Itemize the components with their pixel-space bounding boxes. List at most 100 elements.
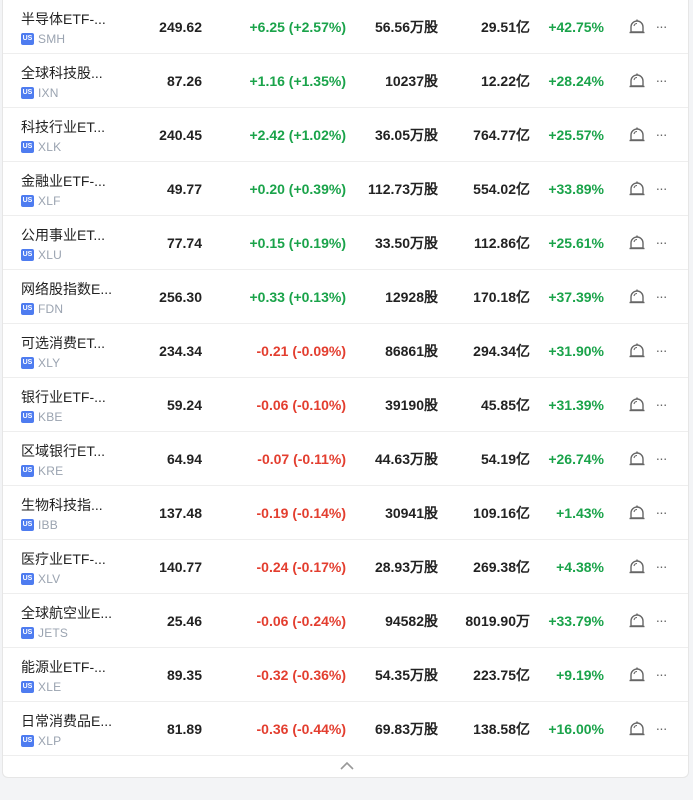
etf-name[interactable]: 全球科技股... <box>21 63 126 83</box>
more-options-button[interactable]: ··· <box>653 124 669 144</box>
price-change: -0.24 (-0.17%) <box>256 559 346 575</box>
more-options-button[interactable]: ··· <box>653 70 669 90</box>
bell-icon[interactable] <box>627 503 647 523</box>
etf-name[interactable]: 公用事业ET... <box>21 225 126 245</box>
market-badge: US <box>21 465 34 477</box>
volume: 112.73万股 <box>367 181 438 197</box>
etf-ticker: XLV <box>38 572 61 586</box>
etf-row[interactable]: 全球科技股... US IXN 87.26 +1.16 (+1.35%) 102… <box>3 54 688 108</box>
market-badge: US <box>21 87 34 99</box>
volume: 10237股 <box>385 73 438 89</box>
last-price: 64.94 <box>166 451 202 467</box>
bell-icon[interactable] <box>627 17 647 37</box>
ytd-change: +25.57% <box>548 127 604 143</box>
etf-row[interactable]: 网络股指数E... US FDN 256.30 +0.33 (+0.13%) 1… <box>3 270 688 324</box>
etf-ticker-line: US SMH <box>21 32 65 46</box>
price-change: -0.19 (-0.14%) <box>256 505 346 521</box>
more-options-button[interactable]: ··· <box>653 718 669 738</box>
collapse-button[interactable] <box>336 757 358 773</box>
bell-icon[interactable] <box>627 71 647 91</box>
price-change: +2.42 (+1.02%) <box>249 127 346 143</box>
etf-row[interactable]: 公用事业ET... US XLU 77.74 +0.15 (+0.19%) 33… <box>3 216 688 270</box>
etf-name[interactable]: 金融业ETF-... <box>21 171 126 191</box>
bell-icon[interactable] <box>627 719 647 739</box>
etf-row[interactable]: 科技行业ET... US XLK 240.45 +2.42 (+1.02%) 3… <box>3 108 688 162</box>
etf-name[interactable]: 日常消费品E... <box>21 711 126 731</box>
bell-icon[interactable] <box>627 665 647 685</box>
market-badge: US <box>21 519 34 531</box>
volume: 86861股 <box>385 343 438 359</box>
bell-icon[interactable] <box>627 287 647 307</box>
last-price: 240.45 <box>159 127 202 143</box>
more-options-button[interactable]: ··· <box>653 286 669 306</box>
market-cap: 269.38亿 <box>473 559 530 575</box>
volume: 69.83万股 <box>374 721 438 737</box>
bell-icon[interactable] <box>627 341 647 361</box>
last-price: 87.26 <box>166 73 202 89</box>
last-price: 81.89 <box>166 721 202 737</box>
etf-name[interactable]: 生物科技指... <box>21 495 126 515</box>
ytd-change: +16.00% <box>548 721 604 737</box>
price-change: +0.15 (+0.19%) <box>249 235 346 251</box>
etf-row[interactable]: 可选消费ET... US XLY 234.34 -0.21 (-0.09%) 8… <box>3 324 688 378</box>
etf-ticker: KRE <box>38 464 64 478</box>
more-options-button[interactable]: ··· <box>653 340 669 360</box>
last-price: 59.24 <box>166 397 202 413</box>
volume: 28.93万股 <box>374 559 438 575</box>
more-options-button[interactable]: ··· <box>653 394 669 414</box>
etf-name[interactable]: 网络股指数E... <box>21 279 126 299</box>
etf-name[interactable]: 半导体ETF-... <box>21 9 126 29</box>
etf-ticker-line: US KBE <box>21 410 63 424</box>
etf-ticker: IBB <box>38 518 58 532</box>
bell-icon[interactable] <box>627 233 647 253</box>
etf-name[interactable]: 可选消费ET... <box>21 333 126 353</box>
last-price: 256.30 <box>159 289 202 305</box>
last-price: 234.34 <box>159 343 202 359</box>
more-options-button[interactable]: ··· <box>653 502 669 522</box>
price-change: +6.25 (+2.57%) <box>249 19 346 35</box>
etf-name[interactable]: 区域银行ET... <box>21 441 126 461</box>
more-options-button[interactable]: ··· <box>653 178 669 198</box>
etf-row[interactable]: 生物科技指... US IBB 137.48 -0.19 (-0.14%) 30… <box>3 486 688 540</box>
etf-ticker: JETS <box>38 626 69 640</box>
etf-row[interactable]: 金融业ETF-... US XLF 49.77 +0.20 (+0.39%) 1… <box>3 162 688 216</box>
bell-icon[interactable] <box>627 449 647 469</box>
etf-ticker-line: US XLP <box>21 734 61 748</box>
market-cap: 12.22亿 <box>480 73 530 89</box>
etf-row[interactable]: 全球航空业E... US JETS 25.46 -0.06 (-0.24%) 9… <box>3 594 688 648</box>
etf-row[interactable]: 银行业ETF-... US KBE 59.24 -0.06 (-0.10%) 3… <box>3 378 688 432</box>
more-options-button[interactable]: ··· <box>653 448 669 468</box>
volume: 33.50万股 <box>374 235 438 251</box>
bell-icon[interactable] <box>627 611 647 631</box>
bell-icon[interactable] <box>627 179 647 199</box>
price-change: +1.16 (+1.35%) <box>249 73 346 89</box>
volume: 44.63万股 <box>374 451 438 467</box>
etf-name[interactable]: 医疗业ETF-... <box>21 549 126 569</box>
market-cap: 764.77亿 <box>473 127 530 143</box>
bell-icon[interactable] <box>627 557 647 577</box>
more-options-button[interactable]: ··· <box>653 232 669 252</box>
bell-icon[interactable] <box>627 395 647 415</box>
etf-name[interactable]: 银行业ETF-... <box>21 387 126 407</box>
ytd-change: +33.89% <box>548 181 604 197</box>
more-options-button[interactable]: ··· <box>653 556 669 576</box>
etf-name[interactable]: 科技行业ET... <box>21 117 126 137</box>
etf-ticker: KBE <box>38 410 63 424</box>
bell-icon[interactable] <box>627 125 647 145</box>
etf-name[interactable]: 能源业ETF-... <box>21 657 126 677</box>
more-options-button[interactable]: ··· <box>653 664 669 684</box>
etf-row[interactable]: 日常消费品E... US XLP 81.89 -0.36 (-0.44%) 69… <box>3 702 688 756</box>
price-change: -0.06 (-0.10%) <box>256 397 346 413</box>
market-cap: 8019.90万 <box>465 613 530 629</box>
ytd-change: +28.24% <box>548 73 604 89</box>
ytd-change: +37.39% <box>548 289 604 305</box>
market-badge: US <box>21 303 34 315</box>
ytd-change: +33.79% <box>548 613 604 629</box>
more-options-button[interactable]: ··· <box>653 610 669 630</box>
more-options-button[interactable]: ··· <box>653 16 669 36</box>
etf-name[interactable]: 全球航空业E... <box>21 603 126 623</box>
etf-row[interactable]: 半导体ETF-... US SMH 249.62 +6.25 (+2.57%) … <box>3 0 688 54</box>
etf-row[interactable]: 区域银行ET... US KRE 64.94 -0.07 (-0.11%) 44… <box>3 432 688 486</box>
etf-row[interactable]: 医疗业ETF-... US XLV 140.77 -0.24 (-0.17%) … <box>3 540 688 594</box>
etf-row[interactable]: 能源业ETF-... US XLE 89.35 -0.32 (-0.36%) 5… <box>3 648 688 702</box>
